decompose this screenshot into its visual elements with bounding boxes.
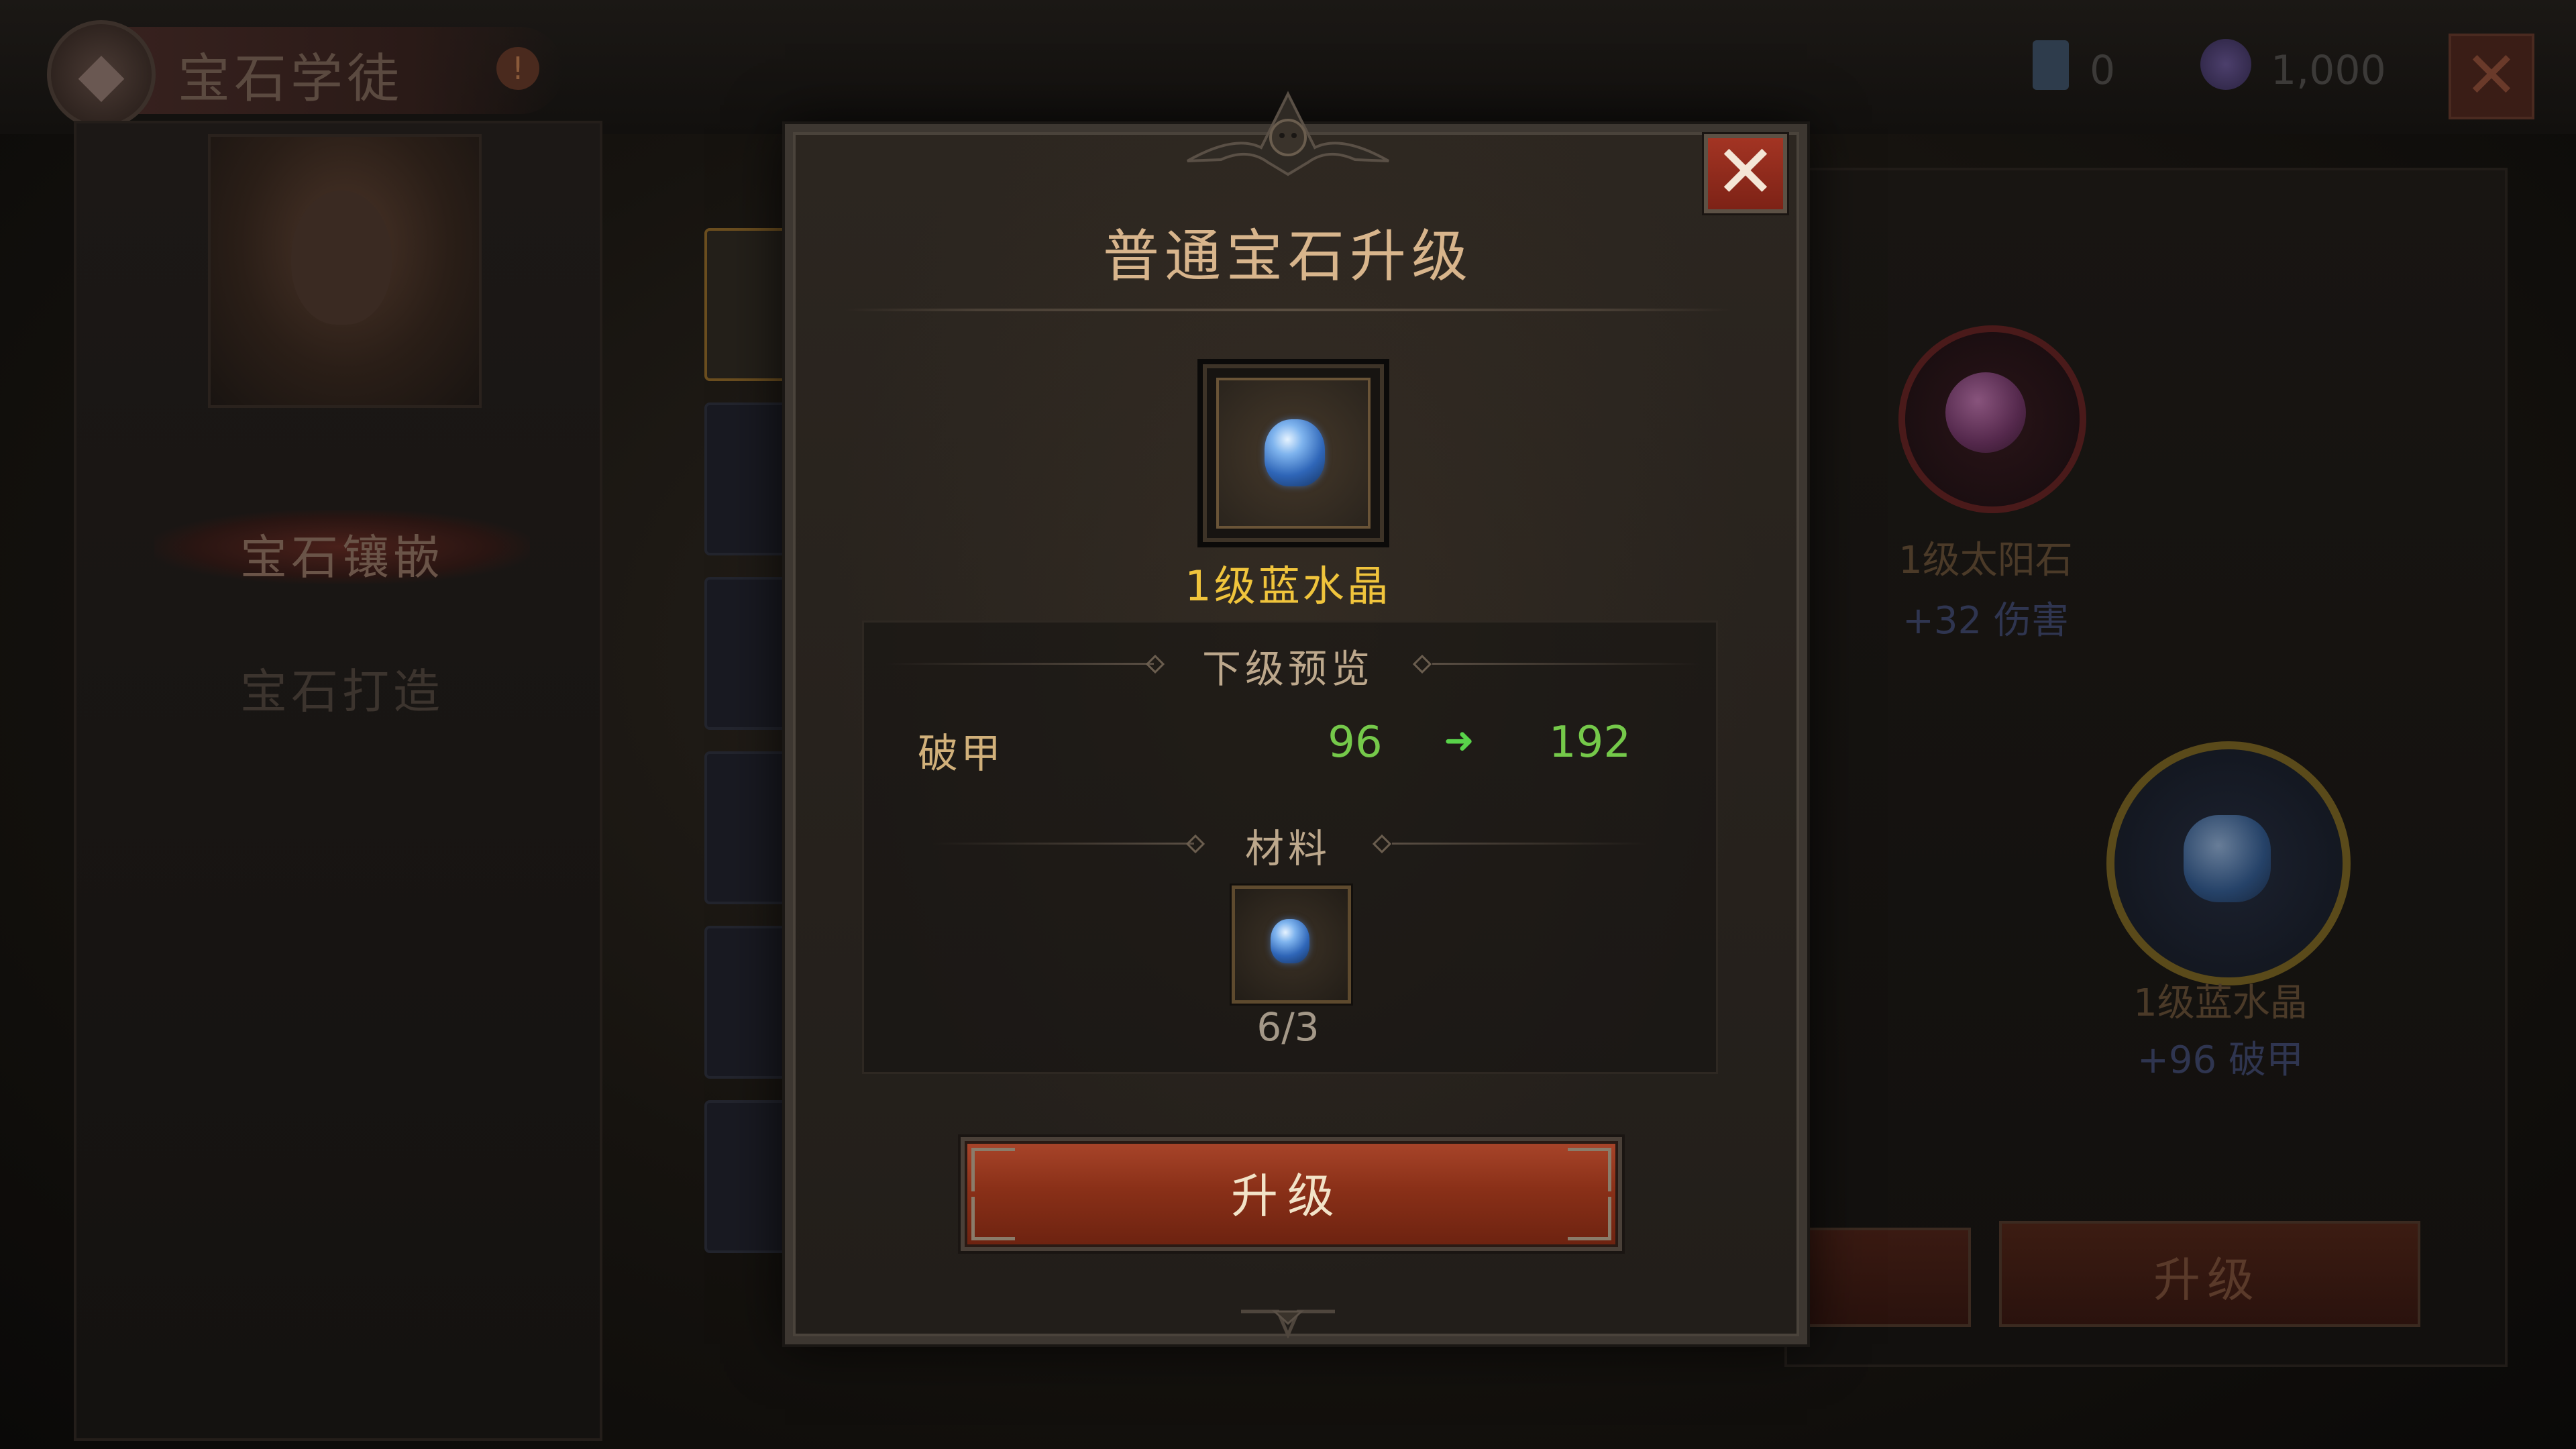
divider-line: [1432, 663, 1701, 665]
gem-emblem-icon: [47, 20, 156, 129]
divider-line: [932, 843, 1194, 845]
equipment-slot[interactable]: [704, 228, 790, 381]
title-divider: [845, 309, 1731, 311]
gem-blue-name: 1级蓝水晶: [2133, 981, 2308, 1025]
equipment-slot[interactable]: [704, 1100, 790, 1253]
crystal-currency-icon: [2200, 39, 2251, 90]
divider-line: [1392, 843, 1647, 845]
ornament-crest: [1187, 91, 1389, 176]
upgrade-button-label: 升级: [1231, 1169, 1344, 1224]
info-icon[interactable]: !: [496, 47, 539, 90]
equipment-slot[interactable]: [704, 577, 790, 730]
divider-line: [885, 663, 1154, 665]
bottom-ornament: [1241, 1309, 1335, 1338]
gem-sun-name: 1级太阳石: [1898, 539, 2073, 582]
stat-next-value: 192: [1548, 718, 1631, 767]
gem-sun-bonus: +32 伤害: [1902, 599, 2069, 643]
screen-title: 宝石学徒: [178, 49, 404, 109]
blue-crystal-icon: [1271, 919, 1309, 963]
material-count: 6/3: [1256, 1004, 1320, 1050]
equipment-slot[interactable]: [704, 751, 790, 904]
dialog-title: 普通宝石升级: [1102, 223, 1473, 289]
nav-item-inlay[interactable]: 宝石镶嵌: [154, 520, 530, 588]
gem-name: 1级蓝水晶: [1185, 561, 1391, 610]
stat-name: 破甲: [918, 731, 1004, 777]
currency-1-value: 0: [2090, 47, 2116, 94]
npc-portrait: [208, 134, 482, 408]
currency-2-value: 1,000: [2271, 47, 2386, 94]
material-slot[interactable]: [1232, 885, 1351, 1004]
sun-stone-icon: [1945, 372, 2026, 453]
gem-preview-frame: [1197, 359, 1389, 547]
close-button[interactable]: ✕: [1704, 129, 1787, 215]
scroll-currency-icon: [2033, 40, 2069, 90]
close-icon: ✕: [1714, 129, 1777, 215]
materials-label: 材料: [1244, 826, 1331, 871]
preview-label: 下级预览: [1201, 646, 1374, 692]
background-button-left[interactable]: [1784, 1228, 1971, 1327]
equipment-slot[interactable]: [704, 402, 790, 555]
stat-current-value: 96: [1328, 718, 1383, 767]
background-upgrade-label: 升级: [2153, 1252, 2261, 1307]
right-panel: [1784, 168, 2508, 1367]
screen-close-button[interactable]: ✕: [2449, 34, 2534, 119]
blue-crystal-icon: [1265, 419, 1325, 486]
equipment-slot[interactable]: [704, 926, 790, 1079]
arrow-right-icon: ➜: [1444, 719, 1474, 761]
gem-blue-bonus: +96 破甲: [2137, 1038, 2304, 1082]
blue-crystal-icon: [2184, 815, 2271, 902]
nav-item-forge[interactable]: 宝石打造: [154, 654, 530, 722]
